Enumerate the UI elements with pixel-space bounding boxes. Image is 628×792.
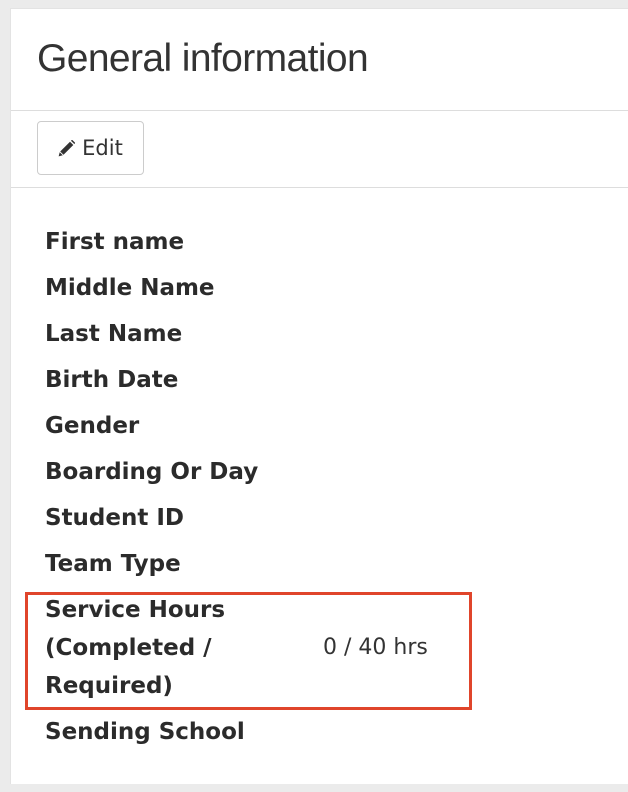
field-row-gender: Gender	[45, 407, 605, 453]
field-row-first-name: First name	[45, 223, 605, 269]
toolbar-divider	[11, 187, 628, 188]
field-row-student-id: Student ID	[45, 499, 605, 545]
field-label-service-hours: Service Hours (Completed / Required)	[45, 597, 226, 699]
field-row-middle-name: Middle Name	[45, 269, 605, 315]
field-row-service-hours: Service Hours (Completed / Required) 0 /…	[45, 591, 605, 707]
panel-title: General information	[37, 37, 369, 80]
field-label-gender: Gender	[45, 413, 140, 439]
field-label-first-name: First name	[45, 229, 185, 255]
general-information-panel: General information Edit First name Midd…	[10, 8, 628, 784]
field-label-middle-name: Middle Name	[45, 275, 215, 301]
field-label-sending-school: Sending School	[45, 719, 245, 745]
field-row-last-name: Last Name	[45, 315, 605, 361]
field-value-service-hours: 0 / 40 hrs	[323, 635, 428, 660]
field-row-birth-date: Birth Date	[45, 361, 605, 407]
field-row-team-type: Team Type	[45, 545, 605, 591]
field-row-sending-school: Sending School	[45, 713, 605, 759]
edit-button[interactable]: Edit	[37, 121, 144, 175]
edit-button-label: Edit	[82, 136, 123, 160]
field-label-last-name: Last Name	[45, 321, 183, 347]
field-label-birth-date: Birth Date	[45, 367, 179, 393]
field-label-team-type: Team Type	[45, 551, 181, 577]
field-row-boarding-or-day: Boarding Or Day	[45, 453, 605, 499]
pencil-icon	[58, 139, 76, 157]
field-label-boarding-or-day: Boarding Or Day	[45, 459, 259, 485]
field-label-student-id: Student ID	[45, 505, 185, 531]
header-divider	[11, 110, 628, 111]
